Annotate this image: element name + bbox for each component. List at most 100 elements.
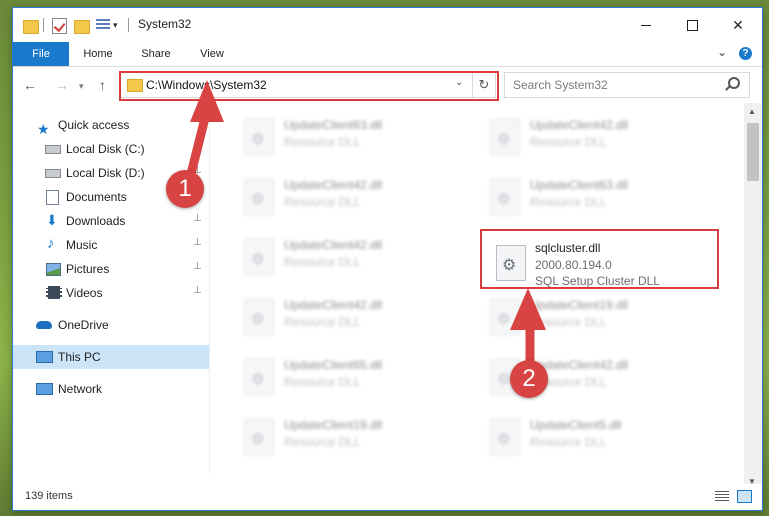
file-highlight bbox=[480, 229, 719, 289]
file-description: Resource DLL bbox=[530, 195, 607, 209]
dll-file-icon bbox=[244, 239, 274, 275]
dll-file-icon bbox=[490, 299, 520, 335]
file-description: Resource DLL bbox=[284, 435, 361, 449]
navigation-pane: ★ Quick access Local Disk (C:) Local Dis… bbox=[13, 103, 210, 473]
pictures-icon bbox=[46, 263, 61, 276]
sidebar-item-label: OneDrive bbox=[58, 318, 109, 332]
sidebar-item-label: Documents bbox=[66, 190, 127, 204]
sidebar-item-label: Local Disk (C:) bbox=[66, 142, 145, 156]
scroll-up-icon[interactable]: ▲ bbox=[748, 107, 756, 116]
file-item[interactable]: UpdateClient19.dll Resource DLL bbox=[236, 409, 466, 459]
file-name: UpdateClient63.dll bbox=[530, 178, 629, 192]
minimize-icon bbox=[641, 24, 651, 26]
divider bbox=[128, 18, 129, 32]
search-input[interactable]: Search System32 bbox=[504, 72, 750, 98]
recent-locations-icon[interactable]: ▾ bbox=[79, 81, 84, 92]
pin-icon[interactable]: ⊥ bbox=[193, 286, 202, 296]
file-description: Resource DLL bbox=[284, 195, 361, 209]
sidebar-item-videos[interactable]: Videos ⊥ bbox=[13, 281, 209, 305]
pin-icon[interactable]: ⊥ bbox=[193, 214, 202, 224]
close-button[interactable]: ✕ bbox=[715, 8, 761, 42]
dll-file-icon bbox=[490, 419, 520, 455]
scrollbar-thumb[interactable] bbox=[747, 123, 759, 181]
tab-view[interactable]: View bbox=[189, 42, 235, 66]
window-title: System32 bbox=[138, 17, 192, 31]
file-item[interactable]: UpdateClient63.dll Resource DLL bbox=[482, 169, 712, 219]
maximize-icon bbox=[686, 19, 698, 31]
sidebar-item-label: Network bbox=[58, 382, 103, 396]
drive-icon bbox=[45, 145, 61, 154]
sidebar-item-local-disk-c[interactable]: Local Disk (C:) bbox=[13, 137, 209, 161]
file-item[interactable]: UpdateClient63.dll Resource DLL bbox=[236, 109, 466, 159]
sidebar-item-label: Local Disk (D:) bbox=[66, 166, 145, 180]
close-icon: ✕ bbox=[732, 16, 744, 33]
callout-badge-1: 1 bbox=[166, 170, 204, 208]
dll-file-icon bbox=[244, 179, 274, 215]
sidebar-item-label: Videos bbox=[66, 286, 103, 300]
file-item[interactable]: UpdateClient42.dll Resource DLL bbox=[236, 289, 466, 339]
pin-icon[interactable]: ⊥ bbox=[193, 262, 202, 272]
expand-ribbon-icon[interactable]: ⌄ bbox=[717, 45, 727, 59]
file-description: Resource DLL bbox=[284, 255, 361, 269]
title-bar: ▾ System32 ✕ bbox=[13, 8, 762, 42]
address-bar-highlight bbox=[119, 71, 499, 101]
file-name: UpdateClient42.dll bbox=[284, 298, 383, 312]
sidebar-item-network[interactable]: Network bbox=[13, 377, 209, 401]
file-item[interactable]: UpdateClient65.dll Resource DLL bbox=[236, 349, 466, 399]
sidebar-item-quick-access[interactable]: ★ Quick access bbox=[13, 113, 209, 137]
up-arrow-icon[interactable]: ↑ bbox=[99, 77, 106, 93]
pin-icon[interactable]: ⊥ bbox=[193, 238, 202, 248]
file-name: UpdateClient42.dll bbox=[530, 118, 629, 132]
sidebar-item-this-pc[interactable]: This PC bbox=[13, 345, 209, 369]
minimize-button[interactable] bbox=[623, 8, 669, 42]
downloads-icon: ⬇ bbox=[46, 212, 58, 228]
chevron-down-icon[interactable]: ▾ bbox=[113, 20, 118, 36]
forward-arrow-icon[interactable]: → bbox=[55, 77, 69, 93]
callout-badge-2: 2 bbox=[510, 360, 548, 398]
sidebar-item-label: This PC bbox=[58, 350, 101, 364]
file-item[interactable]: UpdateClient42.dll Resource DLL bbox=[482, 109, 712, 159]
back-arrow-icon[interactable]: ← bbox=[23, 77, 37, 93]
music-icon: ♪ bbox=[47, 235, 55, 252]
onedrive-icon bbox=[36, 321, 52, 329]
tab-share[interactable]: Share bbox=[133, 42, 179, 66]
file-item[interactable]: UpdateClient5.dll Resource DLL bbox=[482, 409, 712, 459]
vertical-scrollbar[interactable]: ▲ ▼ bbox=[744, 103, 762, 488]
sidebar-item-onedrive[interactable]: OneDrive bbox=[13, 313, 209, 337]
drive-icon bbox=[45, 169, 61, 178]
tab-home[interactable]: Home bbox=[73, 42, 123, 66]
new-folder-icon[interactable] bbox=[74, 20, 90, 34]
sidebar-item-label: Music bbox=[66, 238, 98, 252]
file-description: Resource DLL bbox=[284, 315, 361, 329]
folder-icon bbox=[23, 20, 39, 34]
file-item[interactable]: UpdateClient42.dll Resource DLL bbox=[236, 229, 466, 279]
help-icon[interactable]: ? bbox=[739, 47, 752, 60]
properties-check-icon[interactable] bbox=[52, 18, 67, 34]
sidebar-item-pictures[interactable]: Pictures ⊥ bbox=[13, 257, 209, 281]
maximize-button[interactable] bbox=[669, 8, 715, 42]
sidebar-item-label: Downloads bbox=[66, 214, 126, 228]
file-item[interactable]: UpdateClient42.dll Resource DLL bbox=[236, 169, 466, 219]
status-bar: 139 items bbox=[13, 484, 762, 510]
search-icon[interactable] bbox=[728, 77, 740, 89]
details-view-icon[interactable] bbox=[715, 491, 729, 502]
sidebar-item-music[interactable]: ♪ Music ⊥ bbox=[13, 233, 209, 257]
file-name: UpdateClient19.dll bbox=[284, 418, 383, 432]
sidebar-item-label: Quick access bbox=[58, 118, 130, 132]
file-name: UpdateClient63.dll bbox=[284, 118, 383, 132]
star-icon: ★ bbox=[37, 121, 50, 137]
divider bbox=[43, 18, 44, 32]
large-icons-view-icon[interactable] bbox=[737, 490, 752, 503]
file-description: Resource DLL bbox=[284, 375, 361, 389]
item-count: 139 items bbox=[25, 490, 73, 502]
sidebar-item-downloads[interactable]: ⬇ Downloads ⊥ bbox=[13, 209, 209, 233]
customize-toolbar-icon[interactable] bbox=[96, 19, 110, 31]
file-name: UpdateClient65.dll bbox=[284, 358, 383, 372]
file-name: UpdateClient42.dll bbox=[284, 178, 383, 192]
file-name: UpdateClient5.dll bbox=[530, 418, 622, 432]
dll-file-icon bbox=[490, 179, 520, 215]
dll-file-icon bbox=[244, 119, 274, 155]
file-item[interactable]: UpdateClient19.dll Resource DLL bbox=[482, 289, 712, 339]
tab-file[interactable]: File bbox=[13, 42, 69, 66]
dll-file-icon bbox=[244, 359, 274, 395]
